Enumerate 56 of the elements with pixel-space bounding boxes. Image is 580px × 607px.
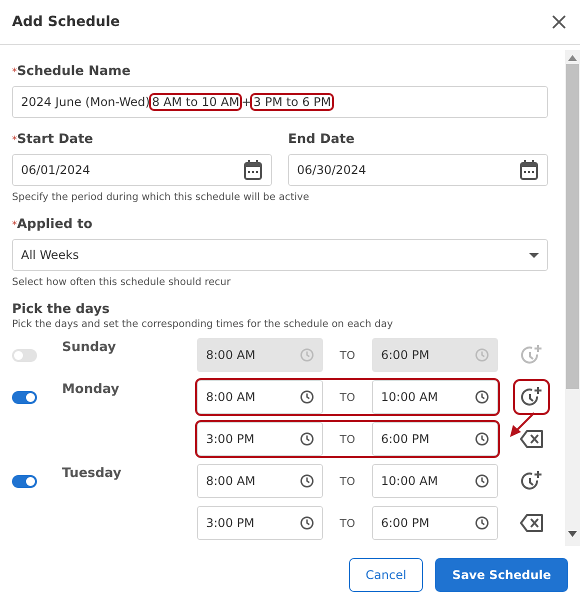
schedule-name-field[interactable]: 2024 June (Mon-Wed) 8 AM to 10 AM + 3 PM to 6 PM (12, 86, 548, 118)
to-label: TO (338, 474, 356, 488)
toggle-switch[interactable] (12, 348, 37, 362)
field-label: End Date (288, 132, 355, 147)
start-time-field[interactable]: 3:00 PM (197, 422, 323, 456)
toggle-switch[interactable] (12, 474, 37, 488)
to-label: TO (338, 432, 356, 446)
end-time-field[interactable]: 10:00 AM (372, 380, 498, 414)
help-text: Specify the period during which this schedule will be active (12, 192, 310, 203)
dialog-title: Add Schedule (12, 14, 120, 30)
caret-icon (529, 252, 539, 258)
scroll-up-icon[interactable] (568, 55, 577, 61)
applied-to-dropdown[interactable]: All Weeks (12, 239, 548, 271)
to-label: TO (338, 348, 356, 362)
backspace-icon (520, 430, 544, 448)
start-date-field[interactable]: 06/01/2024 (12, 154, 272, 186)
section-title: Pick the days (12, 302, 111, 317)
to-label: TO (338, 516, 356, 530)
cancel-button[interactable]: Cancel (348, 558, 424, 592)
backspace-icon (520, 514, 544, 532)
end-date-field[interactable]: 06/30/2024 (288, 154, 548, 186)
end-time-field[interactable]: 6:00 PM (372, 338, 498, 372)
clock-icon (300, 516, 314, 530)
clock-icon (475, 474, 489, 488)
scrollbar[interactable] (565, 50, 580, 546)
end-time-field[interactable]: 6:00 PM (372, 422, 498, 456)
scroll-down-icon[interactable] (568, 531, 577, 537)
clock-icon (300, 432, 314, 446)
day-name: Monday (62, 382, 120, 396)
section-subtitle: Pick the days and set the corresponding times for the schedule on each day (12, 319, 394, 330)
start-time-field[interactable]: 8:00 AM (197, 380, 323, 414)
field-label: *Schedule Name (12, 64, 131, 79)
day-name: Tuesday (62, 466, 122, 480)
start-time-field[interactable]: 3:00 PM (197, 506, 323, 540)
calendar-icon[interactable] (243, 159, 263, 181)
help-text: Select how often this schedule should recur (12, 277, 232, 288)
to-label: TO (338, 390, 356, 404)
add-time-button[interactable] (515, 381, 548, 413)
clock-icon (475, 348, 489, 362)
clock-icon (475, 432, 489, 446)
field-label: *Applied to (12, 217, 92, 232)
start-time-field[interactable]: 8:00 AM (197, 464, 323, 498)
clock-icon (300, 348, 314, 362)
day-name: Sunday (62, 340, 116, 354)
end-time-field[interactable]: 6:00 PM (372, 506, 498, 540)
clock-icon (475, 516, 489, 530)
save-button[interactable]: Save Schedule (435, 558, 568, 592)
calendar-icon[interactable] (519, 159, 539, 181)
toggle-switch[interactable] (12, 390, 37, 404)
clock-icon (300, 474, 314, 488)
close-icon[interactable] (550, 13, 568, 31)
clock-icon (475, 390, 489, 404)
clock-icon (300, 390, 314, 404)
start-time-field[interactable]: 8:00 AM (197, 338, 323, 372)
field-label: *Start Date (12, 132, 94, 147)
end-time-field[interactable]: 10:00 AM (372, 464, 498, 498)
